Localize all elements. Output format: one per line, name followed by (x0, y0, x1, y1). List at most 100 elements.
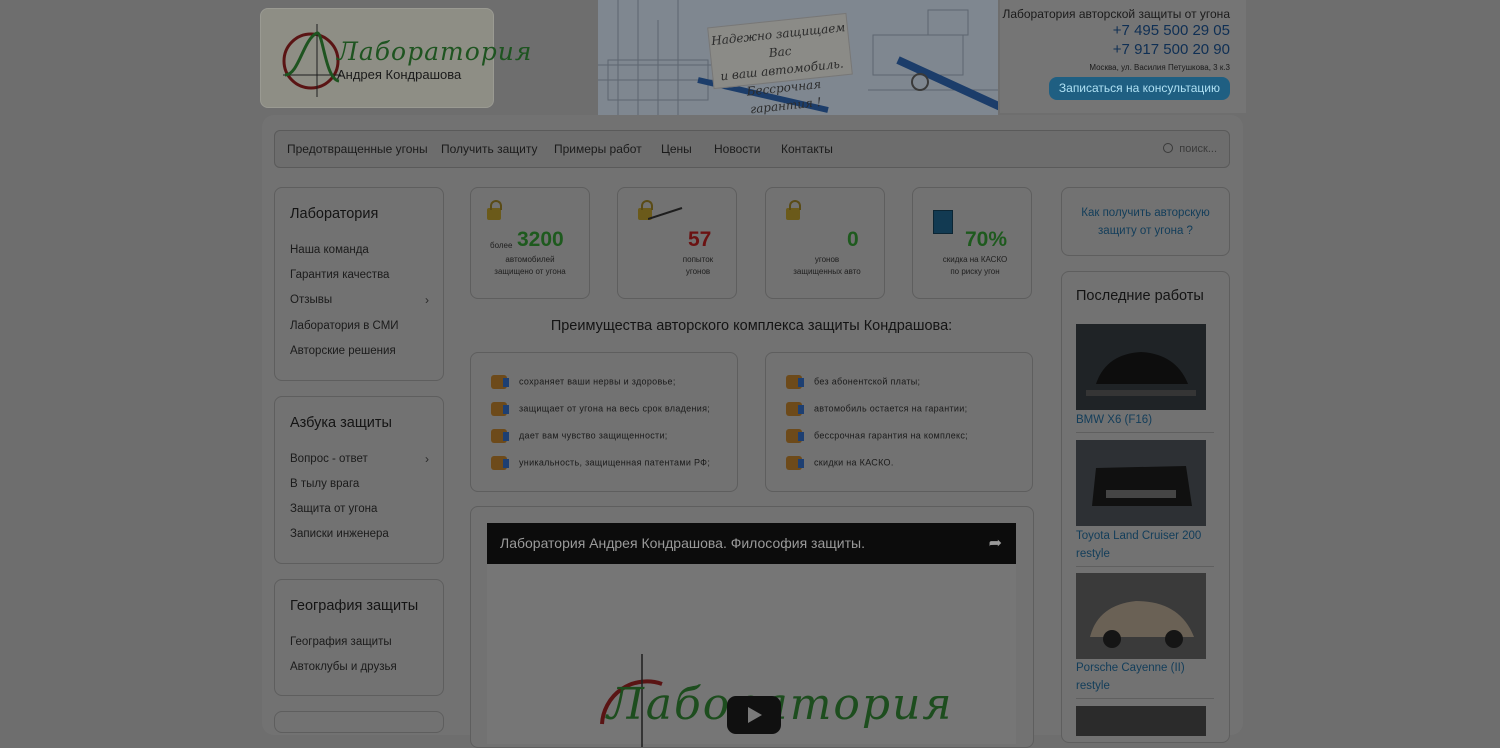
site-logo[interactable]: Лаборатория Андрея Кондрашова (260, 8, 531, 108)
advantage-text: сохраняет ваши нервы и здоровье; (519, 376, 676, 387)
phone-2[interactable]: +7 917 500 20 90 (1113, 41, 1230, 58)
thumbs-up-icon (491, 402, 509, 416)
consult-link[interactable]: Как получить авторскую защиту от угона ? (1072, 204, 1219, 240)
advantage-text: защищает от угона на весь срок владения; (519, 403, 711, 414)
advantage-item: сохраняет ваши нервы и здоровье; (491, 375, 676, 389)
logo-title: Лаборатория (337, 37, 533, 66)
sidebar-link-faq[interactable]: Вопрос - ответ (290, 453, 368, 465)
sidebar-box-abc: Азбука защиты Вопрос - ответ › В тылу вр… (274, 396, 444, 564)
sidebar-box-next (274, 711, 444, 733)
advantage-text: дает вам чувство защищенности; (519, 430, 668, 441)
advantage-text: автомобиль остается на гарантии; (814, 403, 968, 414)
video-box: Лаборатория Андрея Кондрашова. Философия… (470, 506, 1034, 748)
stat-thefts: 0 угонов защищенных авто (765, 187, 885, 299)
work-image-toyota[interactable] (1076, 440, 1206, 526)
chevron-right-icon[interactable]: › (425, 293, 429, 307)
sidebar-link-quality[interactable]: Гарантия качества (290, 269, 389, 281)
stat-casco: 70% скидка на КАСКО по риску угон (912, 187, 1032, 299)
advantage-text: без абонентской платы; (814, 376, 921, 387)
stat-label-2: защищено от угона (494, 267, 566, 276)
sidebar-link-solutions[interactable]: Авторские решения (290, 345, 396, 357)
nav-get-protection[interactable]: Получить защиту (441, 142, 537, 156)
work-caption[interactable]: Toyota Land Cruiser 200 restyle (1076, 527, 1211, 563)
contact-title: Лаборатория авторской защиты от угона (1002, 7, 1230, 21)
stat-label-1: попыток (682, 255, 714, 264)
advantage-item: без абонентской платы; (786, 375, 920, 389)
stat-label-1: угонов (814, 255, 840, 264)
stat-protected: более 3200 автомобилей защищено от угона (470, 187, 590, 299)
header-contact: Лаборатория авторской защиты от угона +7… (1000, 0, 1246, 113)
sidebar-title: География защиты (290, 598, 419, 614)
share-icon[interactable]: ➦ (989, 533, 1002, 553)
advantage-text: скидки на КАСКО. (814, 457, 894, 468)
stat-label: попыток угонов (658, 254, 738, 278)
phone-1[interactable]: +7 495 500 29 05 (1113, 22, 1230, 39)
play-button[interactable] (727, 696, 781, 734)
work-caption[interactable]: BMW X6 (F16) (1076, 411, 1211, 429)
video-player[interactable]: Лаборатория (487, 564, 1016, 747)
sidebar-link-media[interactable]: Лаборатория в СМИ (290, 320, 399, 332)
sidebar-link-enemy[interactable]: В тылу врага (290, 478, 359, 490)
logo-graph-icon (282, 24, 341, 97)
nav-prevented-thefts[interactable]: Предотвращенные угоны (287, 142, 428, 156)
logo-subtitle: Андрея Кондрашова (337, 67, 462, 82)
advantage-item: защищает от угона на весь срок владения; (491, 402, 710, 416)
video-header[interactable]: Лаборатория Андрея Кондрашова. Философия… (487, 523, 1016, 564)
sidebar-link-geography[interactable]: География защиты (290, 636, 392, 648)
work-caption[interactable]: Porsche Cayenne (II) restyle (1076, 659, 1211, 695)
sidebar-link-reviews[interactable]: Отзывы (290, 294, 332, 306)
video-title[interactable]: Лаборатория Андрея Кондрашова. Философия… (500, 535, 865, 551)
thumbs-up-icon (786, 456, 804, 470)
stat-prefix: более (490, 241, 513, 250)
work-image-porsche[interactable] (1076, 573, 1206, 659)
page: Лаборатория Андрея Кондрашова Надежно за… (0, 0, 1500, 748)
advantage-item: бессрочная гарантия на комплекс; (786, 429, 968, 443)
key-icon (648, 207, 683, 220)
banner-note: Надежно защищаем Вас и ваш автомобиль. Б… (707, 12, 853, 115)
thumbs-up-icon (786, 375, 804, 389)
nav-contacts[interactable]: Контакты (781, 142, 833, 156)
recent-works-box: Последние работы BMW X6 (F16) Toyota Lan… (1061, 271, 1230, 743)
divider (1076, 566, 1214, 567)
chevron-right-icon[interactable]: › (425, 452, 429, 466)
stat-label-1: автомобилей (505, 255, 555, 264)
advantage-item: скидки на КАСКО. (786, 456, 894, 470)
stat-value: 70% (965, 228, 1008, 251)
sidebar-link-theft-protection[interactable]: Защита от угона (290, 503, 377, 515)
nav-news[interactable]: Новости (714, 142, 760, 156)
work-image-bmw[interactable] (1076, 324, 1206, 410)
car-image (1076, 573, 1206, 659)
stat-label: угонов защищенных авто (782, 254, 872, 278)
stat-label: скидка на КАСКО по риску угон (935, 254, 1015, 278)
open-lock-icon (786, 200, 801, 220)
search-placeholder: поиск... (1179, 143, 1217, 155)
header-banner: Надежно защищаем Вас и ваш автомобиль. Б… (598, 0, 998, 115)
advantages-title: Преимущества авторского комплекса защиты… (550, 318, 953, 334)
advantages-right: без абонентской платы; автомобиль остает… (765, 352, 1033, 492)
nav-prices[interactable]: Цены (661, 142, 692, 156)
sidebar-title: Лаборатория (290, 206, 379, 222)
nav-examples[interactable]: Примеры работ (554, 142, 642, 156)
stat-value: 0 (847, 228, 859, 251)
stat-attempts: 57 попыток угонов (617, 187, 737, 299)
calculator-icon (933, 210, 953, 234)
advantage-item: автомобиль остается на гарантии; (786, 402, 967, 416)
stat-label-2: угонов (685, 267, 711, 276)
sidebar-link-autoclubs[interactable]: Автоклубы и друзья (290, 661, 397, 673)
sidebar-link-team[interactable]: Наша команда (290, 244, 369, 256)
thumbs-up-icon (491, 429, 509, 443)
stat-label: автомобилей защищено от угона (485, 254, 575, 278)
lock-icon (487, 200, 502, 220)
search-icon (1163, 143, 1174, 153)
thumbs-up-icon (491, 456, 509, 470)
sidebar-link-engineer[interactable]: Записки инженера (290, 528, 389, 540)
thumbs-up-icon (491, 375, 509, 389)
work-image-next[interactable] (1076, 706, 1206, 736)
search-input[interactable]: поиск... (1163, 142, 1217, 155)
sidebar-box-geography: География защиты География защиты Автокл… (274, 579, 444, 696)
address: Москва, ул. Василия Петушкова, 3 к.3 (1089, 63, 1230, 72)
stat-label-1: скидка на КАСКО (942, 255, 1008, 264)
thumbs-up-icon (786, 429, 804, 443)
consult-button[interactable]: Записаться на консультацию (1048, 77, 1230, 100)
advantage-item: дает вам чувство защищенности; (491, 429, 668, 443)
